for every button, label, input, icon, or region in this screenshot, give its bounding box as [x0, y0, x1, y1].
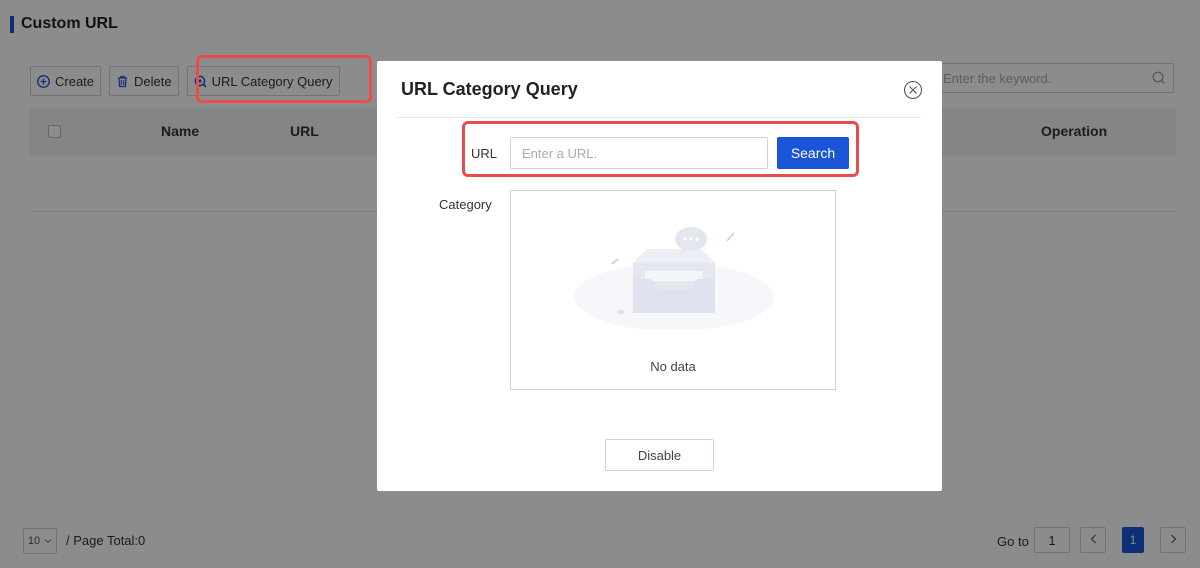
no-data-text: No data [650, 359, 696, 374]
query-button-highlight [196, 55, 372, 103]
url-search-highlight [462, 121, 859, 177]
category-result-box: No data [510, 190, 836, 390]
dialog-divider [397, 117, 921, 118]
disable-button[interactable]: Disable [605, 439, 714, 471]
empty-box-illustration [574, 227, 774, 329]
category-field-label: Category [439, 197, 492, 212]
close-icon[interactable] [903, 80, 923, 100]
dialog-title: URL Category Query [401, 79, 578, 99]
